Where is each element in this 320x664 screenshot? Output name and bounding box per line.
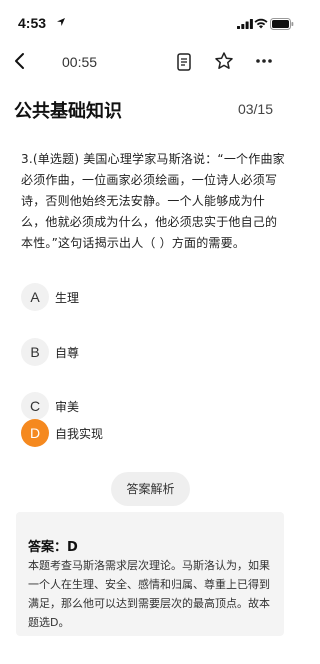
wifi-icon — [254, 18, 268, 29]
question-text: 3.(单选题) 美国心理学家马斯洛说：“一个作曲家必须作曲，一位画家必须绘画，一… — [21, 152, 285, 250]
answer-label: 答案：D — [28, 540, 78, 555]
cell-signal-icon — [237, 19, 253, 29]
back-icon[interactable] — [10, 50, 30, 72]
status-bar: 4:53 — [0, 0, 300, 44]
option-label: 自我实现 — [55, 427, 104, 441]
option-letter: C — [21, 392, 49, 420]
option-label: 自尊 — [55, 346, 80, 360]
answer-panel: 答案：D 本题考查马斯洛需求层次理论。马斯洛认为，如果一个人在生理、安全、感情和… — [16, 512, 284, 636]
option-d[interactable]: D 自我实现 — [21, 419, 221, 447]
option-a[interactable]: A 生理 — [21, 283, 221, 311]
star-icon[interactable] — [214, 51, 234, 71]
question-progress: 03/15 — [237, 101, 273, 117]
answer-analysis-button[interactable]: 答案解析 — [111, 472, 190, 506]
nav-bar: 00:55 — [0, 44, 300, 80]
option-label: 审美 — [55, 400, 80, 414]
status-time: 4:53 — [18, 15, 47, 31]
answer-explanation: 本题考查马斯洛需求层次理论。马斯洛认为，如果一个人在生理、安全、感情和归属、尊重… — [28, 559, 270, 629]
option-c[interactable]: C 审美 — [21, 392, 221, 420]
option-letter: A — [21, 283, 49, 311]
option-b[interactable]: B 自尊 — [21, 338, 221, 366]
more-icon[interactable] — [254, 53, 274, 69]
exam-timer: 00:55 — [62, 54, 98, 70]
battery-icon — [270, 18, 294, 30]
option-letter-selected: D — [21, 419, 49, 447]
location-arrow-icon — [57, 18, 65, 26]
option-label: 生理 — [55, 291, 80, 305]
subject-title: 公共基础知识 — [14, 101, 122, 122]
option-letter: B — [21, 338, 49, 366]
answer-sheet-icon[interactable] — [175, 52, 193, 72]
